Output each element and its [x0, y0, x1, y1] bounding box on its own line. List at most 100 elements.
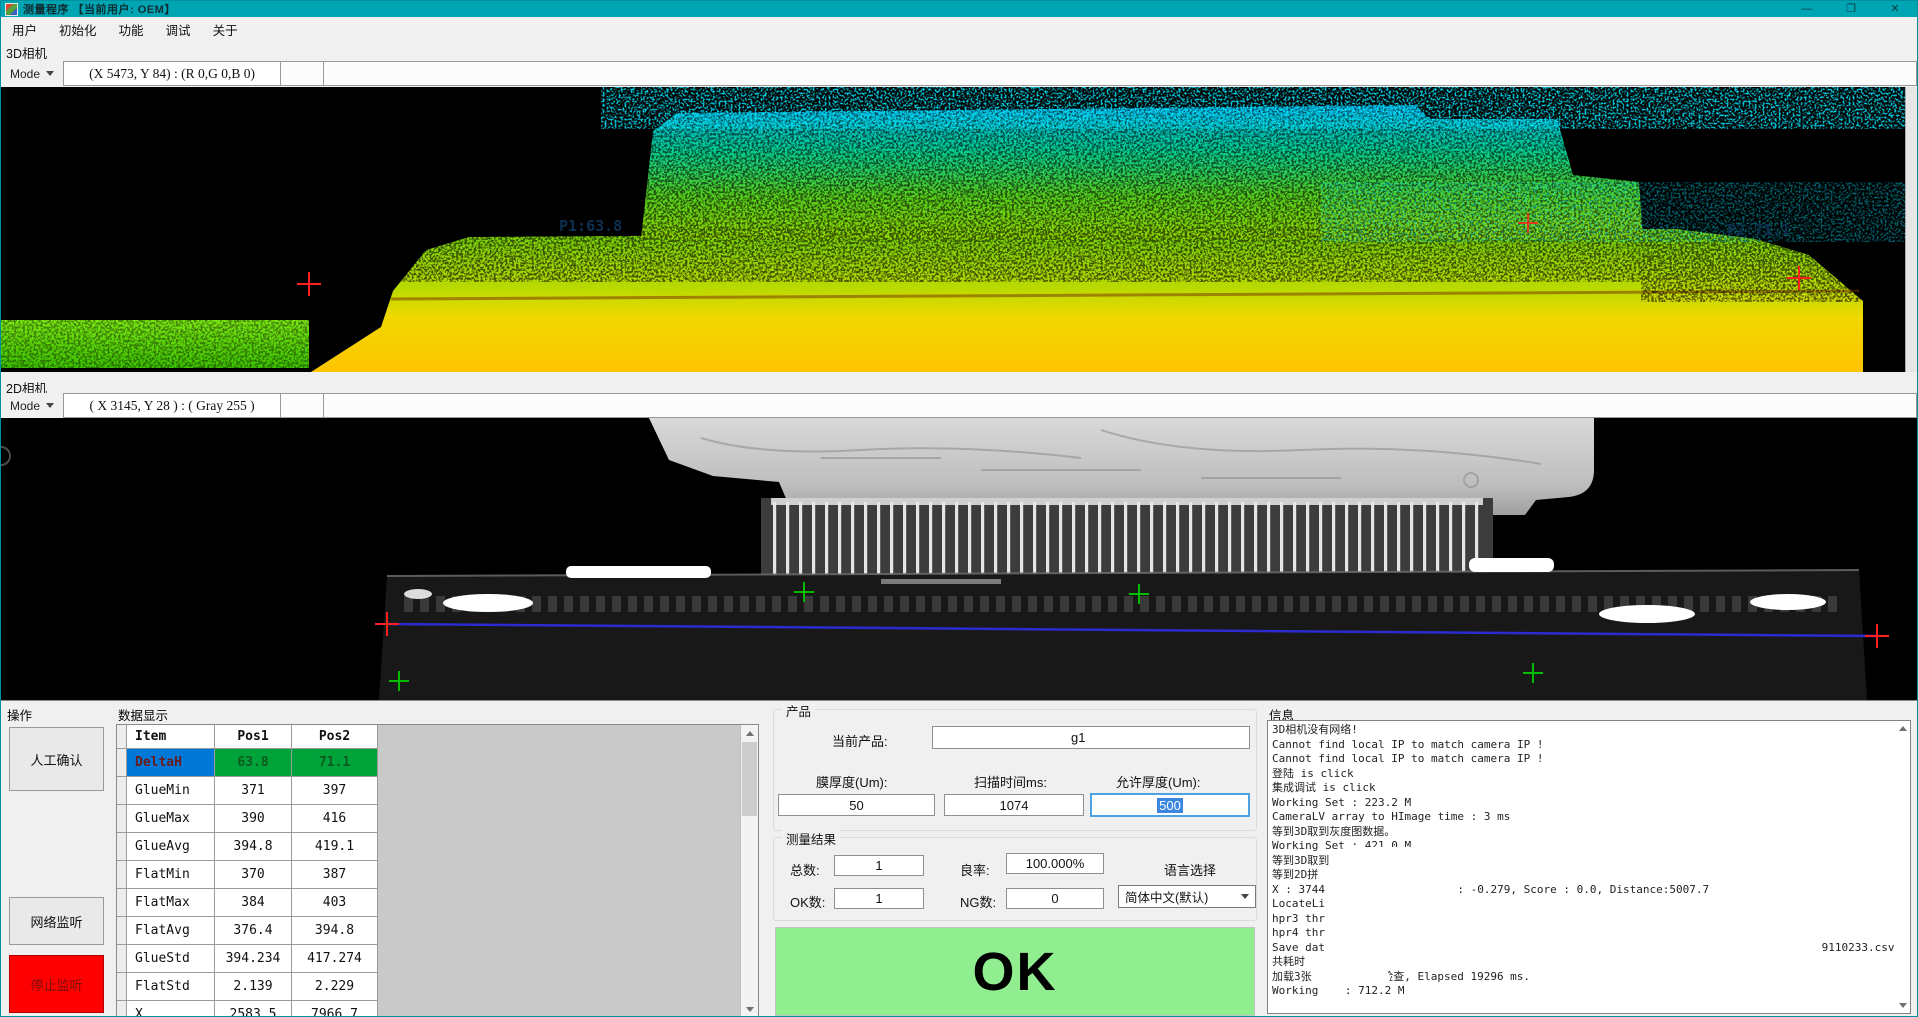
log-line: 等到3D取到灰度图数据。	[1272, 825, 1896, 840]
scrollbar-thumb[interactable]	[742, 742, 757, 816]
table-header-row: Item Pos1 Pos2	[117, 725, 378, 749]
menu-item[interactable]: 功能	[108, 17, 155, 42]
bottom-panel: 操作 人工确认 网络监听 停止监听 数据显示 Item Pos1 Pos2 De…	[1, 700, 1917, 1017]
pos1-cell: 384	[215, 889, 292, 917]
p1-measure-label: P1:63.8	[559, 217, 622, 235]
language-select-label: 语言选择	[1164, 860, 1216, 879]
table-row[interactable]: FlatMax 384 403	[117, 889, 378, 917]
pos2-cell: 7966.7	[292, 1001, 378, 1017]
results-group-label: 测量结果	[782, 829, 840, 848]
camera2d-toolbar: Mode ( X 3145, Y 28 ) : ( Gray 255 )	[1, 393, 1917, 418]
table-row[interactable]: GlueAvg 394.8 419.1	[117, 833, 378, 861]
log-line: CameraLV array to HImage time : 3 ms	[1272, 810, 1896, 825]
result-status-banner: OK	[775, 927, 1255, 1016]
ok-count-field[interactable]: 1	[834, 888, 924, 909]
allow-thickness-field[interactable]: 500	[1090, 793, 1250, 817]
log-line: Cannot find local IP to match camera IP …	[1272, 738, 1896, 753]
manual-confirm-button[interactable]: 人工确认	[9, 727, 104, 791]
ng-count-field[interactable]: 0	[1006, 888, 1104, 909]
pos2-cell: 387	[292, 861, 378, 889]
camera3d-toolbar-fill	[324, 61, 1917, 86]
column-header-item: Item	[127, 725, 215, 749]
network-listen-button[interactable]: 网络监听	[9, 897, 104, 945]
row-header-cell	[117, 749, 127, 777]
maximize-button[interactable]: ❐	[1829, 1, 1873, 17]
redaction-smudge	[1318, 970, 1390, 985]
allow-thickness-label: 允许厚度(Um):	[1116, 772, 1201, 791]
window-title: 测量程序 【当前用户: OEM】	[23, 1, 176, 17]
yield-field[interactable]: 100.000%	[1006, 853, 1104, 874]
pos2-cell: 416	[292, 805, 378, 833]
row-header-cell	[117, 777, 127, 805]
item-cell: FlatMin	[127, 861, 215, 889]
stop-listen-button[interactable]: 停止监听	[9, 955, 104, 1013]
row-header-cell	[117, 945, 127, 973]
pos2-cell: 417.274	[292, 945, 378, 973]
pos1-cell: 376.4	[215, 917, 292, 945]
log-line: Working t : 712.2 M	[1272, 984, 1896, 999]
scan-time-field[interactable]: 1074	[944, 794, 1084, 816]
log-line: 3D相机没有网络!	[1272, 723, 1896, 738]
pos1-cell: 2583.5	[215, 1001, 292, 1017]
item-cell: GlueMin	[127, 777, 215, 805]
menu-item[interactable]: 初始化	[48, 17, 108, 42]
language-select-dropdown[interactable]: 简体中文(默认)	[1118, 885, 1256, 908]
pos1-cell: 394.8	[215, 833, 292, 861]
menu-item[interactable]: 用户	[1, 17, 48, 42]
camera3d-cursor-status: (X 5473, Y 84) : (R 0,G 0,B 0)	[63, 61, 281, 86]
table-row[interactable]: GlueStd 394.234 417.274	[117, 945, 378, 973]
pos2-cell: 71.1	[292, 749, 378, 777]
log-line: Working Set : 223.2 M	[1272, 796, 1896, 811]
total-label: 总数:	[790, 860, 820, 879]
menu-item[interactable]: 调试	[155, 17, 202, 42]
camera2d-view[interactable]	[1, 418, 1918, 700]
camera3d-mode-label: Mode	[10, 67, 40, 81]
table-row[interactable]: X 2583.5 7966.7	[117, 1001, 378, 1017]
camera3d-toolbar-box	[281, 61, 324, 86]
table-row[interactable]: FlatAvg 376.4 394.8	[117, 917, 378, 945]
camera3d-toolbar: Mode (X 5473, Y 84) : (R 0,G 0,B 0)	[1, 61, 1917, 86]
camera2d-cursor-status: ( X 3145, Y 28 ) : ( Gray 255 )	[63, 393, 281, 418]
arrow-down-icon[interactable]	[1897, 1000, 1908, 1011]
arrow-up-icon[interactable]	[741, 725, 758, 742]
arrow-up-icon[interactable]	[1897, 723, 1908, 734]
table-row[interactable]: DeltaH 63.8 71.1	[117, 749, 378, 777]
row-header-cell	[117, 889, 127, 917]
scan-time-label: 扫描时间ms:	[974, 772, 1047, 791]
results-group: 测量结果 总数: 1 良率: 100.000% 语言选择 OK数: 1 NG数:…	[773, 837, 1257, 921]
pos1-cell: 394.234	[215, 945, 292, 973]
film-thickness-label: 膜厚度(Um):	[816, 772, 888, 791]
table-scrollbar[interactable]	[740, 725, 758, 1017]
app-window: 测量程序 【当前用户: OEM】 — ❐ ✕ 用户 初始化 功能 调试 关于 3…	[0, 0, 1918, 1017]
item-cell: GlueMax	[127, 805, 215, 833]
pos1-cell: 370	[215, 861, 292, 889]
camera3d-mode-button[interactable]: Mode	[1, 61, 63, 86]
menu-item[interactable]: 关于	[202, 17, 249, 42]
current-product-field[interactable]: g1	[932, 726, 1250, 749]
selected-text: 500	[1157, 798, 1183, 813]
pos1-cell: 390	[215, 805, 292, 833]
film-thickness-field[interactable]: 50	[778, 794, 935, 816]
table-row[interactable]: GlueMax 390 416	[117, 805, 378, 833]
close-button[interactable]: ✕	[1873, 1, 1917, 17]
table-row[interactable]: FlatMin 370 387	[117, 861, 378, 889]
table-row[interactable]: FlatStd 2.139 2.229	[117, 973, 378, 1001]
total-field[interactable]: 1	[834, 855, 924, 876]
camera3d-scrollbar[interactable]	[1905, 87, 1918, 372]
arrow-down-icon[interactable]	[741, 1001, 758, 1017]
table-row[interactable]: GlueMin 371 397	[117, 777, 378, 805]
camera2d-mode-button[interactable]: Mode	[1, 393, 63, 418]
row-header-cell	[117, 861, 127, 889]
log-output[interactable]: 3D相机没有网络! Cannot find local IP to match …	[1267, 720, 1911, 1014]
table-body: DeltaH 63.8 71.1 GlueMin 371 397 GlueMax…	[117, 749, 378, 1017]
item-cell: GlueAvg	[127, 833, 215, 861]
camera2d-toolbar-box	[281, 393, 324, 418]
ng-count-label: NG数:	[960, 892, 996, 911]
current-product-label: 当前产品:	[832, 731, 888, 750]
measurement-table: Item Pos1 Pos2 DeltaH 63.8 71.1 GlueMin …	[116, 724, 759, 1017]
camera3d-view[interactable]: P1:63.8 P2:71.1	[1, 87, 1918, 372]
chevron-down-icon	[46, 71, 54, 76]
item-cell: X	[127, 1001, 215, 1017]
minimize-button[interactable]: —	[1785, 1, 1829, 17]
title-bar: 测量程序 【当前用户: OEM】 — ❐ ✕	[1, 1, 1917, 17]
